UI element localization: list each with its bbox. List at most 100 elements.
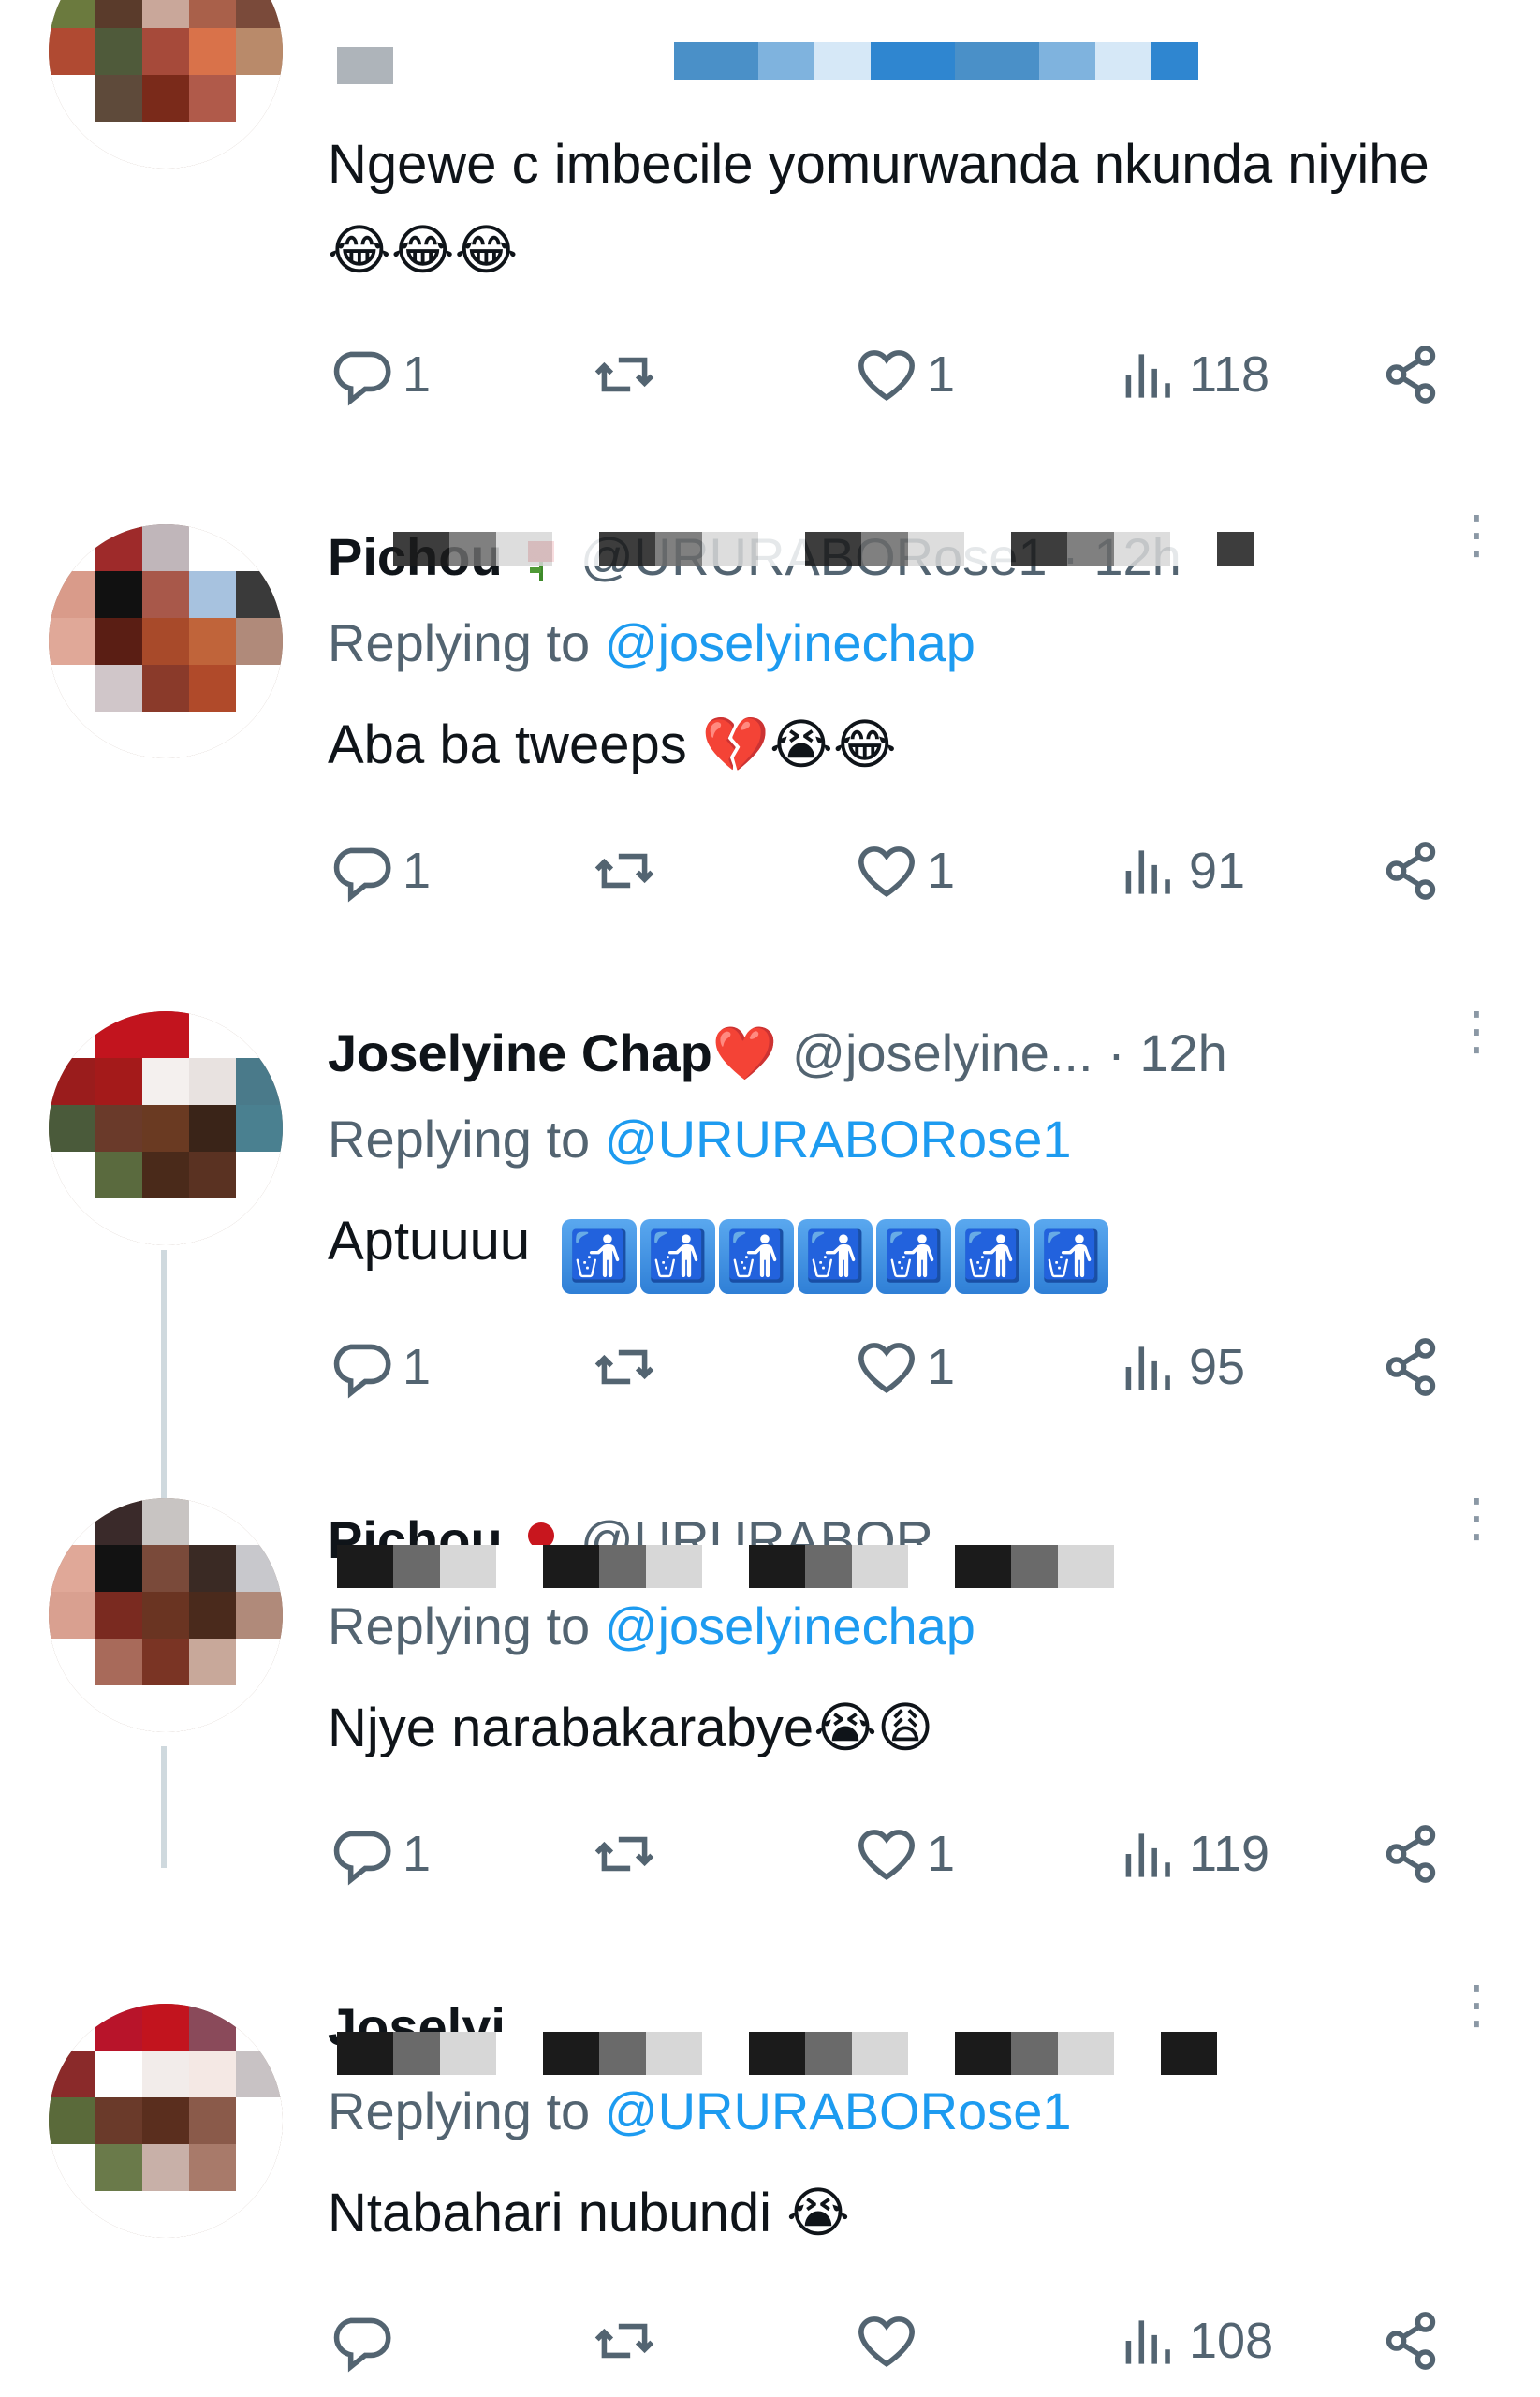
tweet-actions: 108 (328, 2303, 1489, 2378)
retweet-button[interactable] (590, 833, 659, 908)
trash-emoji-group: 🚮 🚮 🚮 🚮 🚮 🚮 🚮 (558, 1211, 1109, 1294)
replying-mention[interactable]: @joselyinechap (605, 613, 975, 672)
more-button[interactable]: ⋮ (1450, 1005, 1503, 1086)
reply-button[interactable]: 1 (328, 337, 431, 412)
litter-bin-emoji: 🚮 (876, 1219, 952, 1294)
share-button[interactable] (1376, 1330, 1445, 1404)
views-count: 91 (1189, 843, 1246, 899)
views-count: 108 (1189, 2313, 1274, 2369)
handle[interactable]: @joselyine... (792, 1023, 1093, 1082)
reply-icon (333, 351, 391, 406)
views-count: 118 (1189, 346, 1270, 403)
avatar[interactable] (49, 1498, 283, 1732)
like-button[interactable]: 1 (852, 337, 955, 412)
replying-mention[interactable]: @joselyinechap (605, 1596, 975, 1655)
replying-to: Replying to @joselyinechap (328, 610, 975, 676)
more-button[interactable]: ⋮ (1450, 1492, 1503, 1573)
share-icon (1386, 1338, 1436, 1396)
replying-to: Replying to @joselyinechap (328, 1594, 975, 1659)
views-icon (1125, 1833, 1170, 1877)
tweet-text: Ntabahari nubundi 😭 (328, 2183, 850, 2243)
views-icon (1125, 850, 1170, 894)
like-icon (858, 350, 915, 401)
share-icon (1386, 842, 1436, 900)
reply-button[interactable]: 1 (328, 1330, 431, 1404)
views-icon (1125, 1346, 1170, 1390)
display-name[interactable]: Joselyine Chap❤️ (328, 1023, 778, 1082)
views-button[interactable]: 95 (1114, 1330, 1245, 1404)
tweet-4[interactable]: Pichou @URURABOR... ⋮ Replying to @josel… (0, 1479, 1540, 1966)
tweet-2[interactable]: Pichou @URURABORose1 · 12h ⋮ Replying to… (0, 487, 1540, 983)
like-icon (858, 1343, 915, 1393)
litter-bin-emoji: 🚮 (955, 1219, 1031, 1294)
tweet-5[interactable]: Joselyi... ⋮ Replying to @URURABORose1 N… (0, 1966, 1540, 2397)
redacted-replying-line (337, 47, 393, 84)
more-button[interactable]: ⋮ (1450, 1978, 1503, 2060)
tweet-1[interactable]: Ngewe c imbecile yomurwanda nkunda niyih… (0, 0, 1540, 487)
replying-mention[interactable]: @URURABORose1 (605, 2081, 1072, 2140)
views-button[interactable]: 118 (1114, 337, 1269, 412)
like-button[interactable] (852, 2303, 921, 2378)
replying-mention[interactable]: @URURABORose1 (605, 1110, 1072, 1169)
reply-button[interactable] (328, 2303, 403, 2378)
avatar[interactable] (49, 0, 283, 169)
avatar[interactable] (49, 524, 283, 758)
retweet-icon (594, 853, 654, 889)
views-button[interactable]: 91 (1114, 833, 1245, 908)
replying-to: Replying to @URURABORose1 (328, 2079, 1071, 2144)
views-icon (1125, 2320, 1170, 2364)
replying-prefix: Replying to (328, 2081, 591, 2140)
views-icon (1125, 354, 1170, 398)
tweet-actions: 1 1 91 (328, 833, 1489, 908)
redacted-header (337, 1545, 1161, 1588)
views-count: 119 (1189, 1826, 1270, 1882)
like-icon (858, 846, 915, 897)
tweet-3[interactable]: Joselyine Chap❤️ @joselyine... · 12h ⋮ R… (0, 983, 1540, 1479)
replying-prefix: Replying to (328, 613, 591, 672)
tweet-text: Ngewe c imbecile yomurwanda nkunda niyih… (328, 134, 1430, 281)
share-button[interactable] (1376, 1816, 1445, 1891)
separator-dot: · (1107, 1023, 1125, 1082)
reply-icon (333, 2317, 391, 2373)
share-icon (1386, 1825, 1436, 1883)
like-count: 1 (927, 346, 956, 403)
litter-bin-emoji: 🚮 (562, 1219, 638, 1294)
replying-to: Replying to @URURABORose1 (328, 1107, 1071, 1172)
share-button[interactable] (1376, 2303, 1445, 2378)
litter-bin-emoji: 🚮 (640, 1219, 716, 1294)
tweet-text-row: Aptuuuu 🚮 🚮 🚮 🚮 🚮 🚮 🚮 (328, 1198, 1456, 1294)
tweet-actions: 1 1 119 (328, 1816, 1489, 1891)
like-count: 1 (927, 1826, 956, 1882)
retweet-icon (594, 2323, 654, 2359)
views-count: 95 (1189, 1339, 1246, 1395)
litter-bin-emoji: 🚮 (1034, 1219, 1109, 1294)
like-button[interactable]: 1 (852, 1330, 955, 1404)
retweet-icon (594, 1836, 654, 1872)
retweet-button[interactable] (590, 1816, 659, 1891)
like-count: 1 (927, 1339, 956, 1395)
reply-icon (333, 1831, 391, 1886)
reply-button[interactable]: 1 (328, 1816, 431, 1891)
like-button[interactable]: 1 (852, 833, 955, 908)
avatar[interactable] (49, 2004, 283, 2238)
views-button[interactable]: 119 (1114, 1816, 1269, 1891)
reply-icon (333, 847, 391, 903)
avatar[interactable] (49, 1011, 283, 1245)
views-button[interactable]: 108 (1114, 2303, 1273, 2378)
timestamp[interactable]: 12h (1139, 1023, 1226, 1082)
retweet-button[interactable] (590, 2303, 659, 2378)
retweet-button[interactable] (590, 337, 659, 412)
share-icon (1386, 346, 1436, 404)
reply-count: 1 (403, 1826, 432, 1882)
tweet-text: Aba ba tweeps 💔😭😂 (328, 714, 897, 775)
more-button[interactable]: ⋮ (1450, 508, 1503, 590)
share-button[interactable] (1376, 337, 1445, 412)
reply-button[interactable]: 1 (328, 833, 431, 908)
like-count: 1 (927, 843, 956, 899)
redacted-mention (674, 42, 1198, 80)
like-button[interactable]: 1 (852, 1816, 955, 1891)
share-button[interactable] (1376, 833, 1445, 908)
reply-count: 1 (403, 1339, 432, 1395)
retweet-button[interactable] (590, 1330, 659, 1404)
replying-prefix: Replying to (328, 1110, 591, 1169)
